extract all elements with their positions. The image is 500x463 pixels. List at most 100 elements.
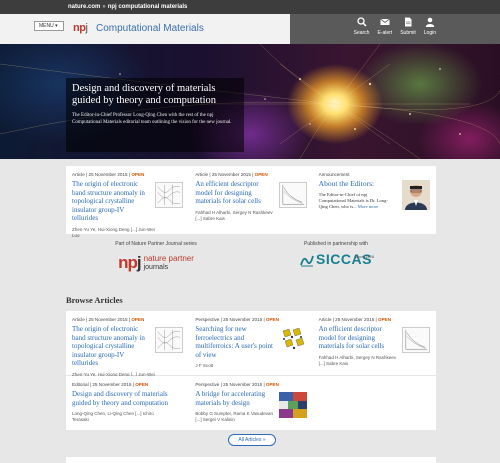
band-structure-thumbnail [155, 182, 184, 208]
hero-banner: Design and discovery of materials guided… [0, 44, 500, 159]
breadcrumb-separator: » [102, 4, 106, 10]
card-meta: Article | 25 November 2015 | OPEN [72, 317, 145, 322]
card-title[interactable]: Searching for new ferroelectrics and mul… [195, 325, 273, 359]
open-badge: OPEN [378, 317, 392, 322]
card-type: Article [72, 172, 85, 177]
nature-partner-block: Part of Nature Partner Journal series np… [96, 241, 216, 273]
all-articles-button[interactable]: All Articles » [228, 434, 276, 446]
header-tools: Search E-alert Submit Login [354, 17, 436, 36]
breadcrumb-journal-link[interactable]: npj computational materials [108, 4, 188, 10]
open-badge: OPEN [135, 382, 149, 387]
npj-logo[interactable]: npj [73, 22, 88, 34]
logo-area: MENU ▾ npj Computational Materials [0, 14, 290, 44]
efficiency-plot-thumbnail [278, 182, 307, 208]
next-section-strip [66, 457, 436, 463]
card-type: Editorial [72, 382, 89, 387]
browse-articles-heading: Browse Articles [66, 295, 123, 305]
npj-big-logo: npj [118, 253, 141, 273]
card-type: Perspective [195, 317, 220, 322]
featured-card[interactable]: Article | 25 November 2015 | OPEN An eff… [189, 166, 312, 234]
card-meta: Announcement [318, 172, 350, 177]
featured-card[interactable]: Article | 25 November 2015 | OPEN The or… [66, 166, 189, 238]
login-label: Login [423, 30, 436, 36]
npj-logo-text: np [73, 22, 86, 34]
menu-button[interactable]: MENU ▾ [34, 21, 64, 31]
document-icon [404, 17, 412, 27]
card-title[interactable]: An efficient descriptor model for design… [195, 180, 273, 206]
card-type: Perspective [195, 382, 220, 387]
card-authors: J F Scott [195, 363, 214, 368]
submit-label: Submit [400, 30, 416, 36]
hero-caption: Design and discovery of materials guided… [66, 78, 244, 152]
card-date: 25 November 2015 [223, 382, 263, 387]
partner-word: partner [168, 253, 194, 263]
card-title[interactable]: The origin of electronic band structure … [72, 180, 150, 223]
card-title[interactable]: An efficient descriptor model for design… [319, 325, 397, 351]
open-badge: OPEN [131, 317, 145, 322]
nature-partner-journals-logo[interactable]: npj nature partner journals [96, 253, 216, 273]
card-meta: Editorial | 25 November 2015 | OPEN [72, 382, 149, 387]
article-card[interactable]: Perspective | 25 November 2015 | OPEN A … [189, 376, 312, 430]
browse-row-2: Editorial | 25 November 2015 | OPEN Desi… [66, 376, 436, 430]
card-authors: Zhen-Yu Ye, Hui-Xiong Deng [...] Jun-Wei… [72, 226, 155, 238]
hero-title[interactable]: Design and discovery of materials guided… [72, 83, 238, 107]
more-link[interactable]: More more [358, 204, 379, 209]
card-authors: Fahhad H Alharbi, Sergey N Rashkeev [...… [195, 209, 273, 221]
hero-description: The Editor-in-Chief Professor Long-Qing … [72, 113, 232, 125]
open-badge: OPEN [131, 172, 145, 177]
card-date: 25 November 2015 [335, 317, 375, 322]
empty-card [313, 376, 436, 430]
card-date: 25 November 2015 [211, 172, 251, 177]
article-card[interactable]: Editorial | 25 November 2015 | OPEN Desi… [66, 376, 189, 430]
card-meta: Perspective | 25 November 2015 | OPEN [195, 382, 279, 387]
card-type: Article [195, 172, 209, 177]
site-header: MENU ▾ npj Computational Materials Searc… [0, 14, 500, 44]
card-title[interactable]: Design and discovery of materials guided… [72, 390, 178, 407]
journals-word: journals [143, 263, 169, 271]
editor-photo [401, 180, 430, 210]
npj-big-j: j [136, 253, 142, 272]
card-title[interactable]: About the Editors: [319, 179, 389, 189]
search-button[interactable]: Search [353, 17, 370, 36]
article-card[interactable]: Article | 25 November 2015 | OPEN The or… [66, 311, 189, 383]
journal-title[interactable]: Computational Materials [96, 23, 204, 34]
npj-logo-j: j [85, 22, 88, 34]
card-title[interactable]: A bridge for accelerating materials by d… [195, 390, 273, 407]
card-title[interactable]: The origin of electronic band structure … [72, 325, 150, 368]
card-meta: Perspective | 25 November 2015 | OPEN [195, 317, 279, 322]
siccas-logo[interactable]: SICCAS [276, 251, 396, 267]
card-type: Article [318, 317, 332, 322]
submit-button[interactable]: Submit [400, 17, 416, 36]
login-button[interactable]: Login [424, 17, 436, 36]
breadcrumb-site-link[interactable]: nature.com [68, 4, 100, 10]
card-date: 25 November 2015 [223, 317, 263, 322]
user-icon [425, 17, 435, 27]
announcement-card[interactable]: Announcement About the Editors: The Edit… [313, 166, 436, 234]
partner-series-label: Part of Nature Partner Journal series [115, 241, 197, 247]
article-card[interactable]: Perspective | 25 November 2015 | OPEN Se… [189, 311, 312, 375]
email-alert-button[interactable]: E-alert [377, 17, 392, 36]
nature-word: nature [143, 253, 167, 263]
crystal-structure-thumbnail [278, 327, 307, 353]
card-meta: Article | 25 November 2015 | OPEN [195, 172, 268, 177]
npj-big-text: np [118, 253, 138, 272]
browse-row-1: Article | 25 November 2015 | OPEN The or… [66, 311, 436, 383]
card-meta: Article | 25 November 2015 | OPEN [318, 317, 392, 322]
card-date: 25 November 2015 [88, 172, 128, 177]
search-icon [356, 17, 367, 27]
siccas-block: Published in partnership with Since 1928… [276, 241, 396, 267]
featured-row: Article | 25 November 2015 | OPEN The or… [66, 166, 436, 238]
card-body: The Editor-in-Chief of npj Computational… [319, 192, 391, 210]
materials-grid-thumbnail [278, 392, 307, 418]
email-icon [380, 18, 390, 25]
article-card[interactable]: Article | 25 November 2015 | OPEN An eff… [313, 311, 436, 375]
band-structure-thumbnail [155, 327, 184, 353]
card-authors: Bobby G Sumpter, Rama K Vasudevan [...] … [195, 411, 274, 422]
open-badge: OPEN [254, 172, 268, 177]
card-date: 25 November 2015 [88, 317, 128, 322]
search-label: Search [353, 30, 370, 36]
breadcrumb: nature.com» npj computational materials [0, 0, 500, 14]
since-label: Since 1928 [353, 254, 374, 259]
open-badge: OPEN [265, 382, 279, 387]
card-type: Article [72, 317, 85, 322]
